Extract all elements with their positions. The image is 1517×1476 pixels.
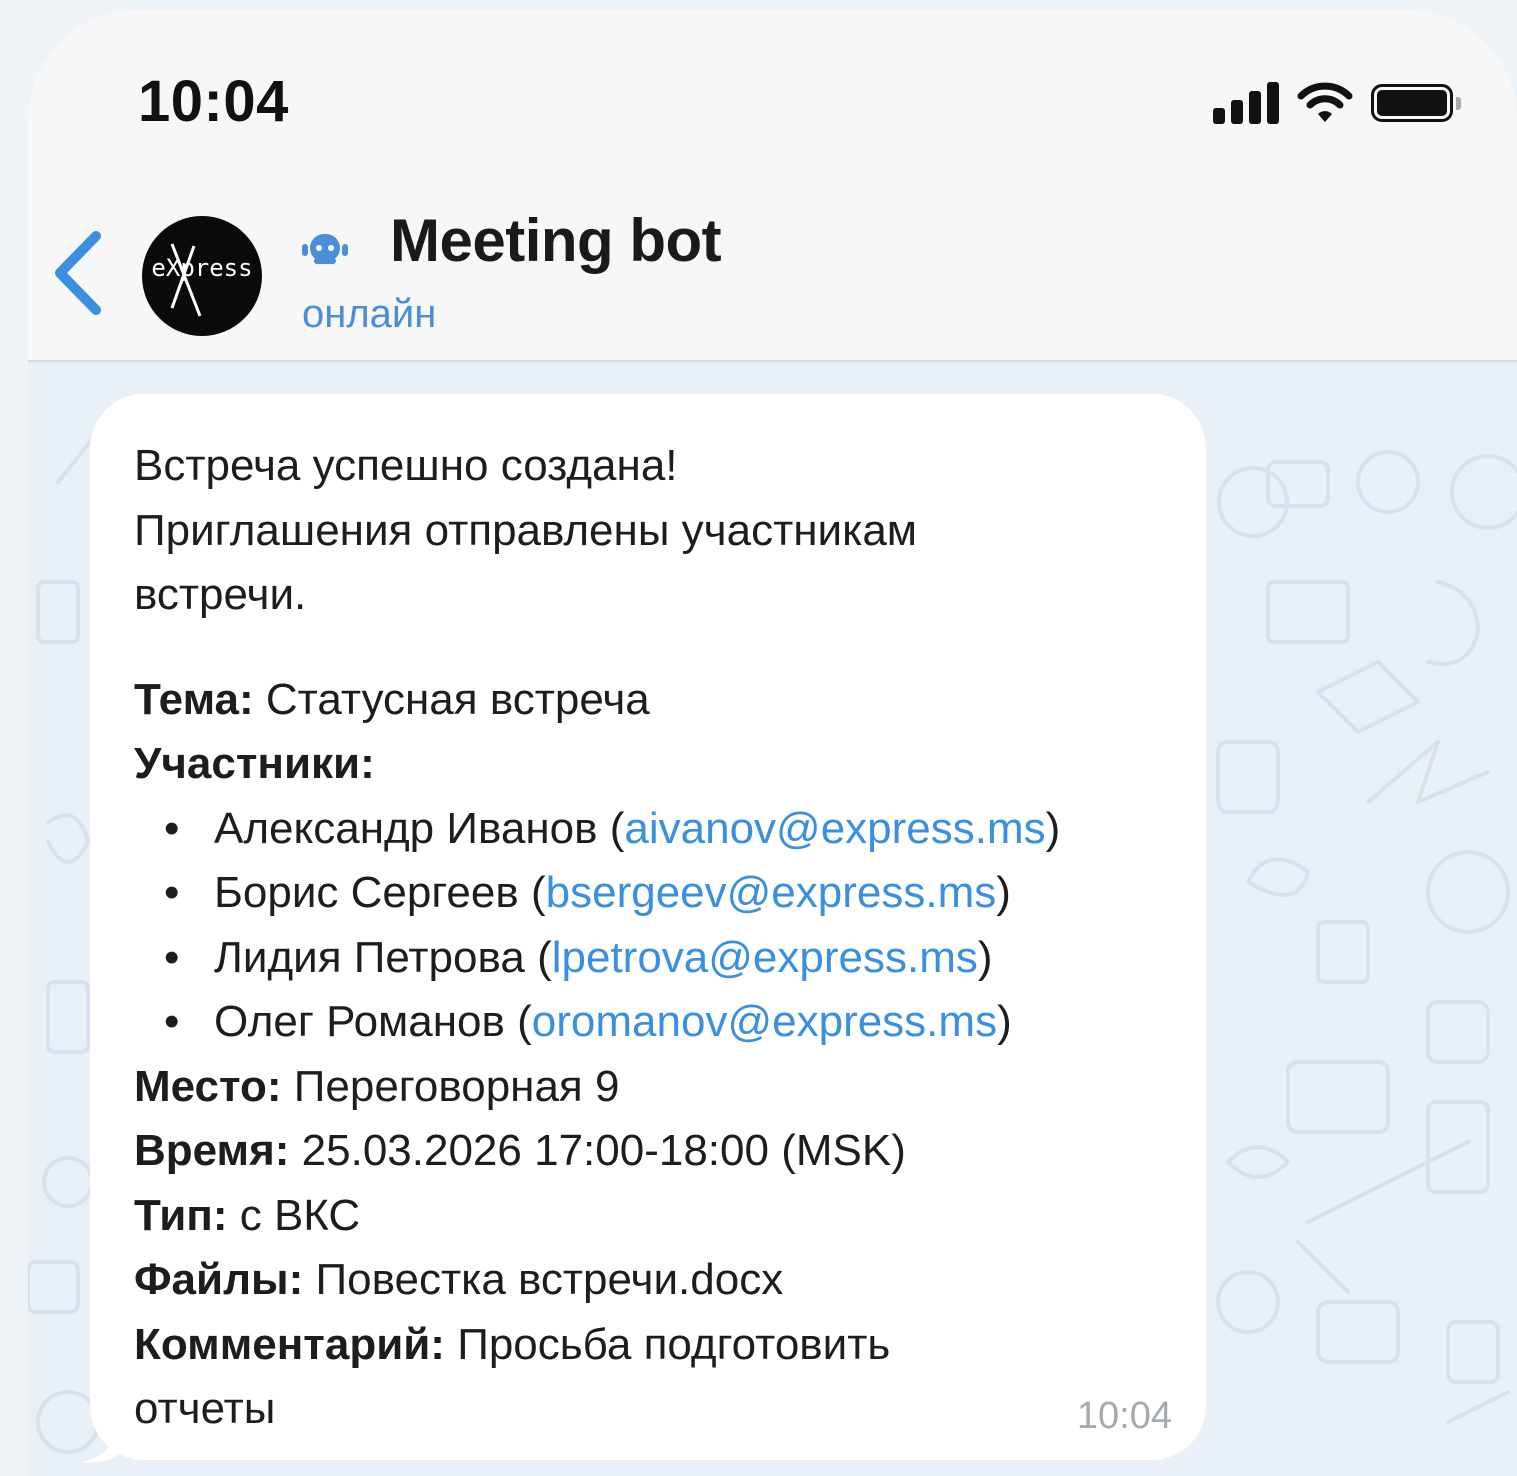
- files-row: Файлы: Повестка встречи.docx: [134, 1248, 1166, 1313]
- participant-name: Александр Иванов: [214, 803, 598, 853]
- participant-name: Лидия Петрова: [214, 932, 525, 982]
- message-timestamp: 10:04: [1076, 1395, 1172, 1437]
- type-row: Тип: с ВКС: [134, 1184, 1166, 1249]
- chat-title[interactable]: Meeting bot: [390, 206, 722, 275]
- files-value: Повестка встречи.docx: [315, 1255, 784, 1304]
- time-value: 25.03.2026 17:00-18:00 (MSK): [301, 1126, 906, 1175]
- time-label: Время:: [134, 1126, 290, 1175]
- wifi-icon: [1297, 82, 1353, 122]
- phone-screen: 10:04 eXpress Meeting bot онлайн Встреча…: [28, 10, 1517, 1476]
- avatar[interactable]: eXpress: [142, 216, 262, 336]
- comment-row-cont: отчеты: [134, 1384, 276, 1433]
- participant-name: Олег Романов: [214, 997, 505, 1046]
- comment-label: Комментарий:: [134, 1319, 445, 1369]
- list-item: • Борис Сергеев (bsergeev@express.ms): [164, 868, 1011, 917]
- status-icons: [1213, 80, 1461, 124]
- status-time: 10:04: [138, 69, 289, 134]
- participant-email-link[interactable]: oromanov@express.ms: [532, 997, 997, 1046]
- type-label: Тип:: [134, 1190, 228, 1240]
- list-item: • Олег Романов (oromanov@express.ms): [164, 997, 1012, 1046]
- files-label: Файлы:: [134, 1255, 304, 1304]
- back-chevron-icon[interactable]: [50, 228, 106, 318]
- participant-email-link[interactable]: lpetrova@express.ms: [552, 933, 978, 982]
- participant-email-link[interactable]: aivanov@express.ms: [624, 804, 1045, 853]
- participant-name: Борис Сергеев: [214, 868, 519, 917]
- message-bubble[interactable]: Встреча успешно создана! Приглашения отп…: [90, 394, 1206, 1460]
- participants-label: Участники:: [134, 739, 375, 788]
- participant-email-link[interactable]: bsergeev@express.ms: [546, 868, 997, 917]
- place-row: Место: Переговорная 9: [134, 1055, 1166, 1120]
- list-item: • Лидия Петрова (lpetrova@express.ms): [164, 932, 993, 982]
- battery-icon: [1371, 84, 1461, 124]
- time-row: Время: 25.03.2026 17:00-18:00 (MSK): [134, 1119, 1166, 1184]
- participants-list: • Александр Иванов (aivanov@express.ms) •…: [134, 797, 1166, 1055]
- topic-row: Тема: Статусная встреча: [134, 668, 1166, 733]
- intro-line-1: Встреча успешно создана!: [134, 441, 678, 490]
- place-label: Место:: [134, 1061, 282, 1111]
- type-value: с ВКС: [239, 1190, 361, 1240]
- top-bar: 10:04 eXpress Meeting bot онлайн: [28, 10, 1517, 362]
- topic-value: Статусная встреча: [265, 674, 650, 724]
- comment-row: Комментарий: Просьба подготовить: [134, 1313, 1166, 1378]
- avatar-logo-text: eXpress: [151, 254, 253, 282]
- intro-line-2: Приглашения отправлены участникам: [134, 505, 918, 555]
- signal-icon: [1213, 80, 1279, 124]
- place-value: Переговорная 9: [293, 1061, 620, 1111]
- intro-line-3: встречи.: [134, 570, 307, 619]
- comment-value: Просьба подготовить: [457, 1319, 891, 1369]
- topic-label: Тема:: [134, 674, 254, 724]
- bot-icon: [302, 234, 348, 264]
- chat-status: онлайн: [302, 292, 437, 336]
- list-item: • Александр Иванов (aivanov@express.ms): [164, 803, 1061, 853]
